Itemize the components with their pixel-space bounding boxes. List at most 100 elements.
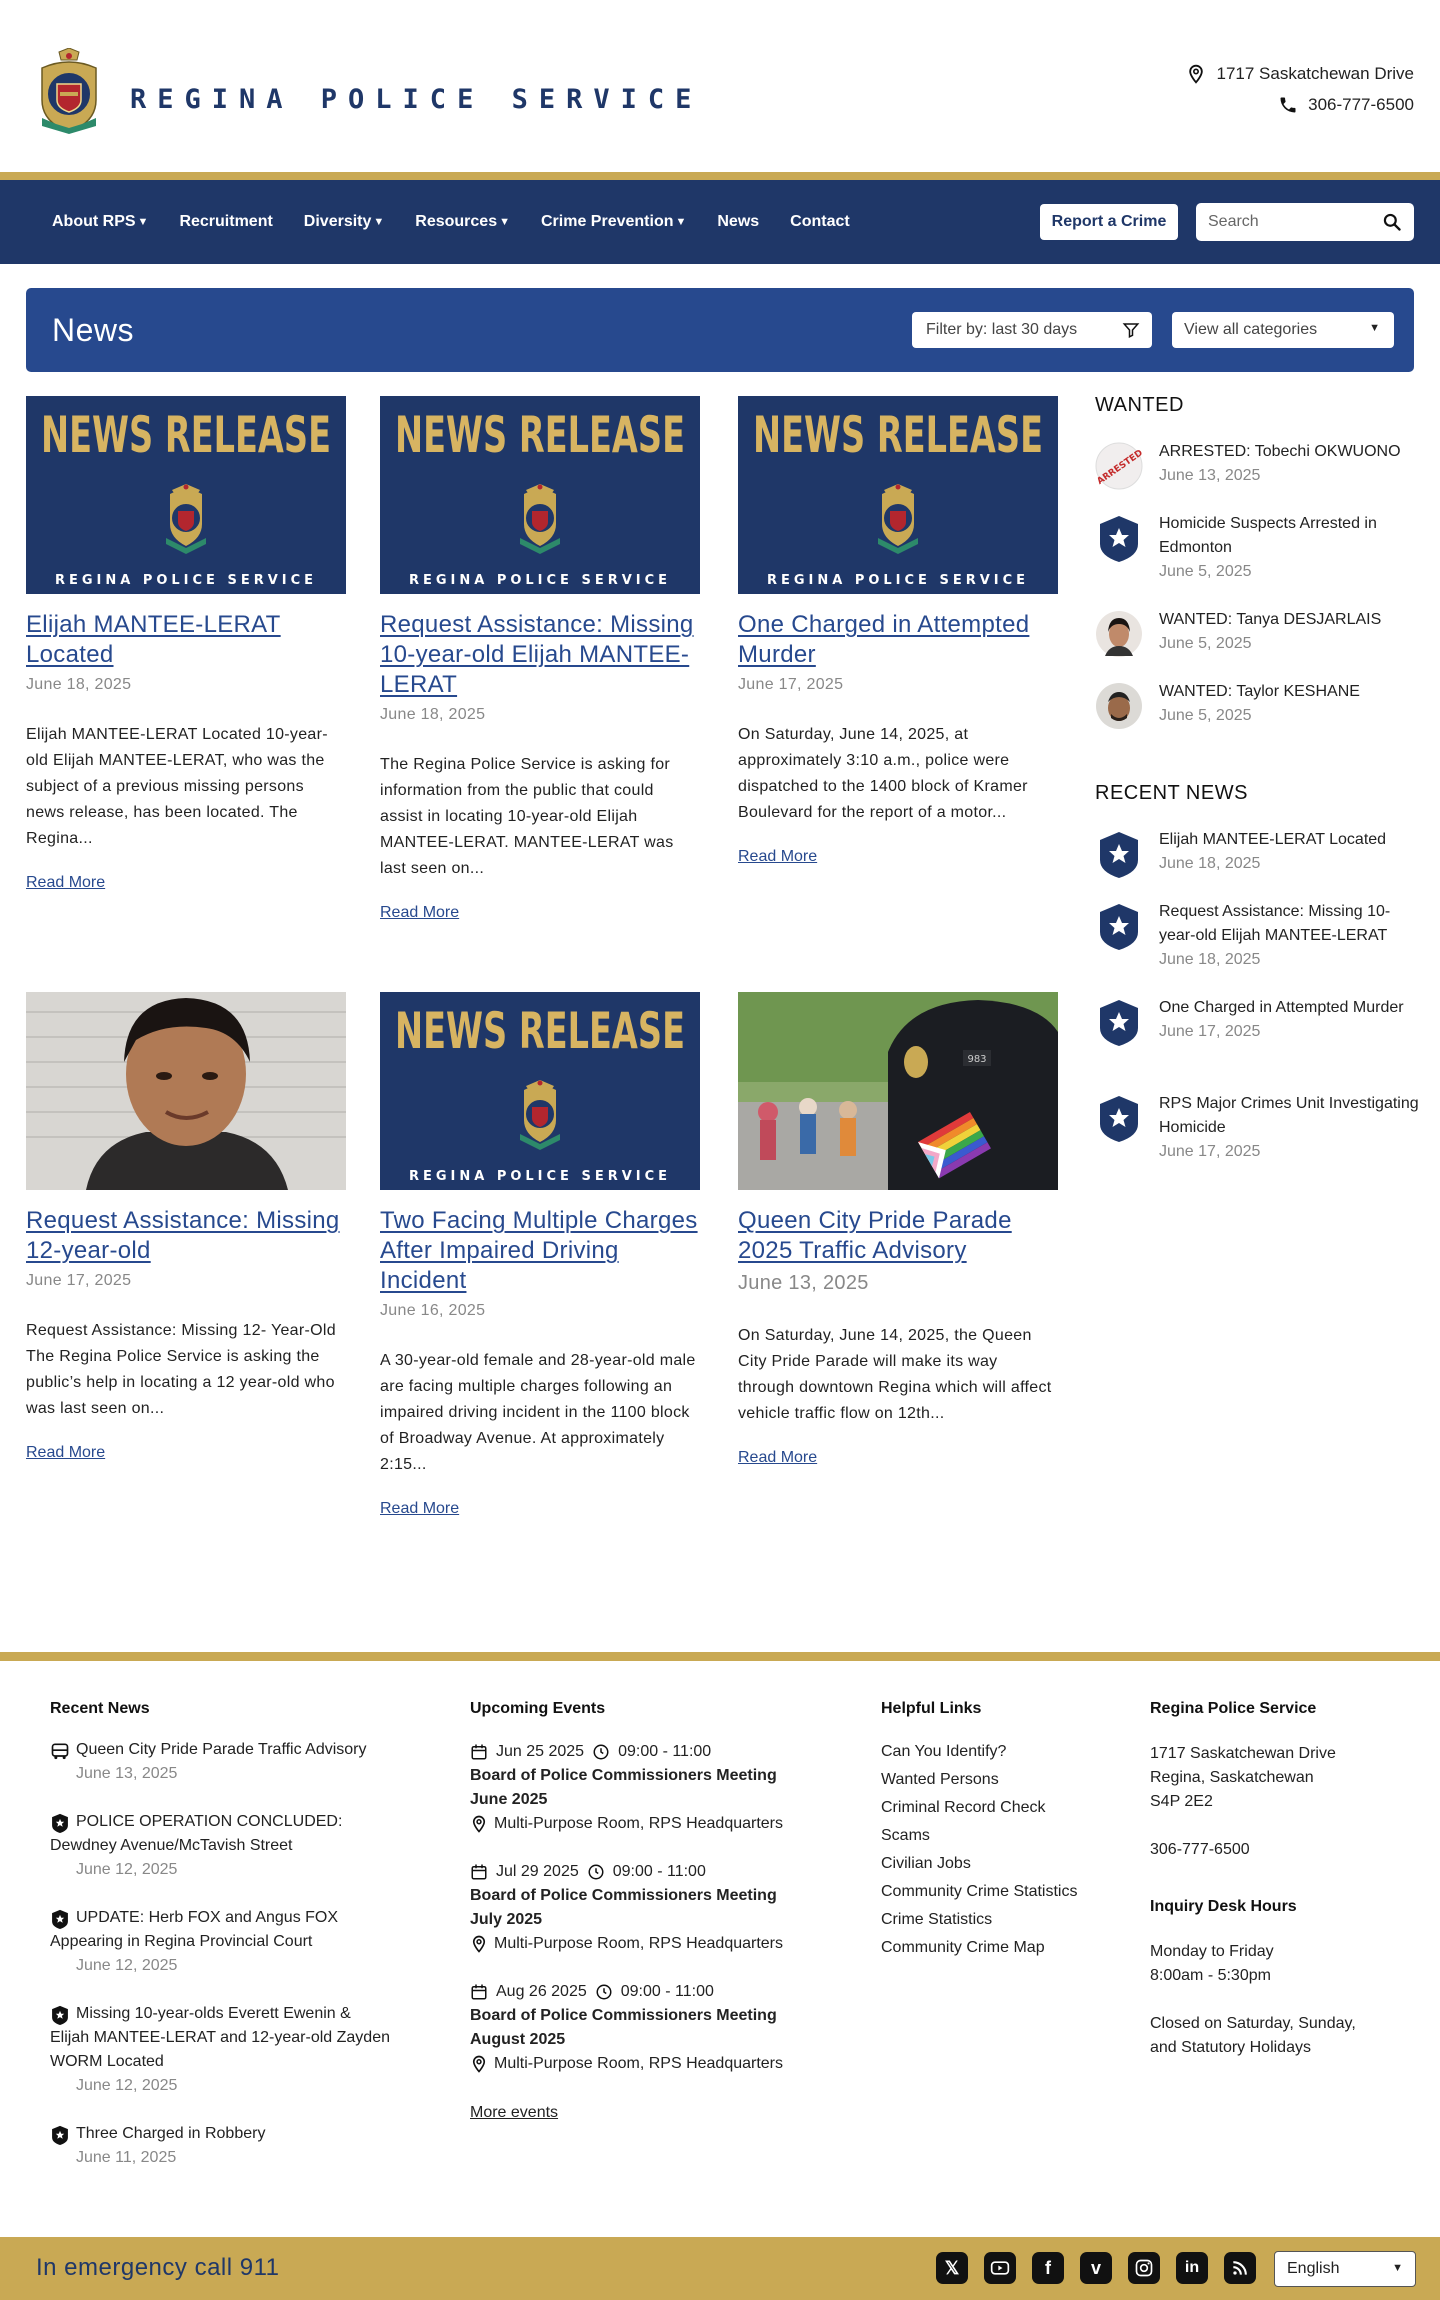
article-title[interactable]: Two Facing Multiple Charges After Impair…	[380, 1206, 700, 1296]
event-item[interactable]: Jul 29 2025 09:00 - 11:00 Board of Polic…	[470, 1860, 800, 1956]
recent-news-item[interactable]: One Charged in Attempted Murder June 17, …	[1095, 996, 1425, 1056]
news-release-thumbnail[interactable]: NEWS RELEASE REGINA POLICE SERVICE	[380, 396, 700, 594]
rss-icon[interactable]	[1224, 2252, 1256, 2284]
phone-text[interactable]: 306-777-6500	[1308, 95, 1414, 115]
thumb-headline: NEWS RELEASE	[41, 406, 331, 464]
news-release-thumbnail[interactable]: NEWS RELEASE REGINA POLICE SERVICE	[26, 396, 346, 594]
language-select[interactable]: English ▼	[1274, 2251, 1416, 2287]
event-title: Board of Police Commissioners Meeting Ju…	[470, 1887, 777, 1928]
read-more-link[interactable]: Read More	[26, 874, 105, 892]
instagram-icon[interactable]	[1128, 2252, 1160, 2284]
read-more-link[interactable]: Read More	[26, 1444, 105, 1462]
sidebar: WANTED ARRESTED ARRESTED: Tobechi OKWUON…	[1095, 394, 1425, 1174]
report-crime-button[interactable]: Report a Crime	[1040, 204, 1178, 240]
event-location-text: Multi-Purpose Room, RPS Headquarters	[494, 2055, 784, 2072]
footer-news-item[interactable]: Three Charged in Robbery June 11, 2025	[50, 2122, 390, 2170]
thumb-headline: NEWS RELEASE	[395, 1002, 685, 1060]
article-title[interactable]: Request Assistance: Missing 12-year-old	[26, 1206, 346, 1266]
footer-recent-heading: Recent News	[50, 1700, 150, 1717]
nav-item-crime-prevention[interactable]: Crime Prevention ▼	[541, 213, 686, 231]
news-release-thumbnail[interactable]: NEWS RELEASE REGINA POLICE SERVICE	[380, 992, 700, 1190]
read-more-link[interactable]: Read More	[380, 904, 459, 922]
helpful-link[interactable]: Scams	[881, 1822, 1121, 1850]
x-icon[interactable]: 𝕏	[936, 2252, 968, 2284]
nav-item-contact[interactable]: Contact	[790, 213, 850, 231]
event-item[interactable]: Jun 25 2025 09:00 - 11:00 Board of Polic…	[470, 1740, 800, 1836]
read-more-link[interactable]: Read More	[738, 1449, 817, 1467]
search-icon[interactable]	[1382, 212, 1402, 232]
portrait-thumbnail[interactable]	[26, 992, 346, 1190]
event-item[interactable]: Aug 26 2025 09:00 - 11:00 Board of Polic…	[470, 1980, 800, 2076]
wanted-item[interactable]: ARRESTED ARRESTED: Tobechi OKWUONO June 1…	[1095, 440, 1425, 500]
site-title[interactable]: REGINA POLICE SERVICE	[130, 84, 702, 115]
read-more-link[interactable]: Read More	[380, 1500, 459, 1518]
wanted-heading: WANTED	[1095, 394, 1184, 416]
badge-icon	[1100, 516, 1138, 562]
category-select[interactable]: View all categories ▼	[1172, 312, 1394, 348]
linkedin-icon[interactable]: in	[1176, 2252, 1208, 2284]
caret-down-icon: ▼	[499, 216, 510, 228]
article-title[interactable]: Request Assistance: Missing 10-year-old …	[380, 610, 700, 700]
recent-news-label: Request Assistance: Missing 10-year-old …	[1159, 903, 1391, 944]
helpful-link[interactable]: Can You Identify?	[881, 1738, 1121, 1766]
event-title: Board of Police Commissioners Meeting Au…	[470, 2007, 777, 2048]
search-box	[1196, 203, 1414, 241]
wanted-item[interactable]: WANTED: Tanya DESJARLAIS June 5, 2025	[1095, 608, 1425, 668]
recent-news-date: June 18, 2025	[1159, 855, 1261, 872]
nav-item-recruitment[interactable]: Recruitment	[179, 213, 272, 231]
recent-news-item[interactable]: Request Assistance: Missing 10-year-old …	[1095, 900, 1425, 968]
footer-news-item[interactable]: Queen City Pride Parade Traffic Advisory…	[50, 1738, 390, 1786]
vimeo-icon[interactable]: v	[1080, 2252, 1112, 2284]
nav-item-label: News	[717, 213, 760, 230]
helpful-link[interactable]: Community Crime Map	[881, 1934, 1121, 1962]
event-time: 09:00 - 11:00	[612, 1863, 706, 1880]
article-title[interactable]: Queen City Pride Parade 2025 Traffic Adv…	[738, 1206, 1058, 1266]
nav-item-resources[interactable]: Resources ▼	[415, 213, 510, 231]
news-card: Request Assistance: Missing 12-year-old …	[26, 992, 346, 1462]
footer-news-item[interactable]: Missing 10-year-olds Everett Ewenin & El…	[50, 2002, 390, 2098]
article-excerpt: The Regina Police Service is asking for …	[380, 756, 674, 877]
thumb-org: REGINA POLICE SERVICE	[409, 573, 671, 588]
helpful-link[interactable]: Crime Statistics	[881, 1906, 1121, 1934]
article-title[interactable]: One Charged in Attempted Murder	[738, 610, 1058, 670]
date-filter[interactable]: Filter by: last 30 days	[912, 312, 1152, 348]
category-select-label: View all categories	[1184, 321, 1318, 338]
crest-logo[interactable]	[36, 48, 102, 134]
facebook-icon[interactable]: f	[1032, 2252, 1064, 2284]
news-release-thumbnail[interactable]: NEWS RELEASE REGINA POLICE SERVICE	[738, 396, 1058, 594]
news-card: NEWS RELEASE REGINA POLICE SERVICE Reque…	[380, 396, 700, 922]
date-filter-label: Filter by: last 30 days	[926, 321, 1078, 338]
footer-news-item[interactable]: POLICE OPERATION CONCLUDED: Dewdney Aven…	[50, 1810, 390, 1882]
footer-news-title: Queen City Pride Parade Traffic Advisory	[76, 1741, 367, 1758]
wanted-item-title: WANTED: Taylor KESHANE June 5, 2025	[1159, 680, 1425, 728]
more-events-link[interactable]: More events	[470, 2104, 558, 2122]
helpful-link[interactable]: Civilian Jobs	[881, 1850, 1121, 1878]
footer-contact: Regina Police Service 1717 Saskatchewan …	[1150, 1700, 1410, 2060]
wanted-item[interactable]: Homicide Suspects Arrested in Edmonton Ju…	[1095, 512, 1425, 580]
recent-news-item[interactable]: Elijah MANTEE-LERAT Located June 18, 2025	[1095, 828, 1425, 888]
page-title: News	[52, 312, 135, 348]
nav-item-diversity[interactable]: Diversity ▼	[304, 213, 384, 231]
officer-pride-thumbnail[interactable]: 983	[738, 992, 1058, 1190]
footer-phone[interactable]: 306-777-6500	[1150, 1838, 1410, 1862]
read-more-link[interactable]: Read More	[738, 848, 817, 866]
helpful-link[interactable]: Community Crime Statistics	[881, 1878, 1121, 1906]
nav-item-about[interactable]: About RPS ▼	[52, 213, 148, 231]
nav-item-label: About RPS	[52, 213, 136, 230]
youtube-icon[interactable]	[984, 2252, 1016, 2284]
calendar-icon	[471, 1984, 487, 2000]
main-nav: About RPS ▼ Recruitment Diversity ▼ Resour…	[0, 180, 1440, 264]
helpful-link[interactable]: Wanted Persons	[881, 1766, 1121, 1794]
footer-news-item[interactable]: UPDATE: Herb FOX and Angus FOX Appearing…	[50, 1906, 390, 1978]
recent-news-date: June 18, 2025	[1159, 951, 1261, 968]
search-input[interactable]	[1208, 204, 1378, 240]
phone: 306-777-6500	[1278, 95, 1414, 115]
wanted-item-date: June 5, 2025	[1159, 707, 1252, 724]
nav-item-news[interactable]: News	[717, 213, 759, 231]
recent-news-label: Elijah MANTEE-LERAT Located	[1159, 831, 1387, 848]
calendar-icon	[471, 1864, 487, 1880]
helpful-link[interactable]: Criminal Record Check	[881, 1794, 1121, 1822]
recent-news-item[interactable]: RPS Major Crimes Unit Investigating Homi…	[1095, 1092, 1425, 1160]
wanted-item[interactable]: WANTED: Taylor KESHANE June 5, 2025	[1095, 680, 1425, 740]
article-title[interactable]: Elijah MANTEE-LERAT Located	[26, 610, 346, 670]
